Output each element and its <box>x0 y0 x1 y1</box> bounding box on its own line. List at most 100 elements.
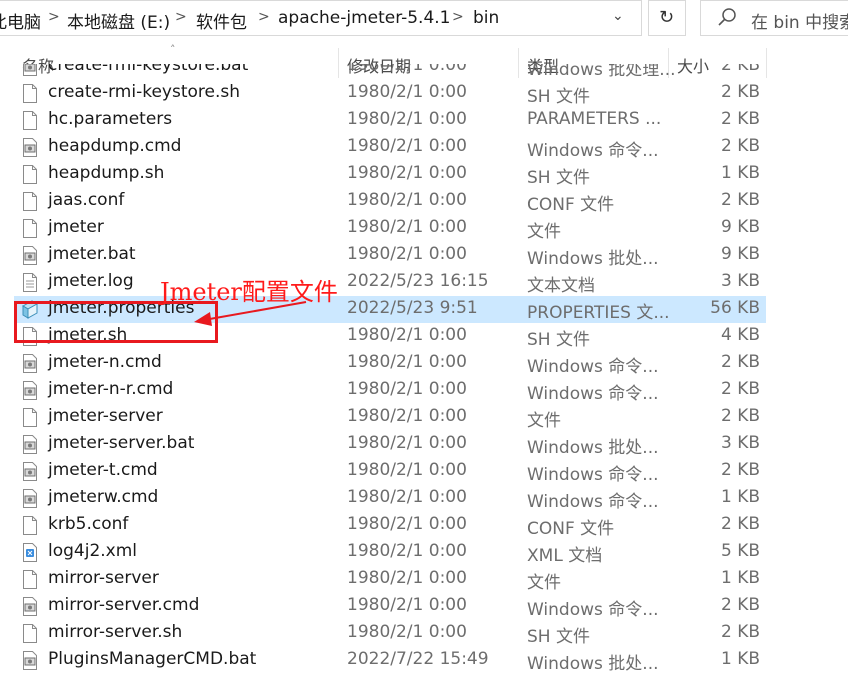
file-row[interactable]: jmeter-n.cmd 1980/2/1 0:00 Windows 命令... 2 … <box>14 350 766 377</box>
file-type: SH 文件 <box>527 627 590 647</box>
search-input[interactable]: 在 bin 中搜索 <box>700 0 848 36</box>
file-name: mirror-server <box>48 568 159 588</box>
refresh-button[interactable]: ↻ <box>648 0 686 36</box>
file-row[interactable]: mirror-server.sh 1980/2/1 0:00 SH 文件 2 KB <box>14 620 766 647</box>
file-type: XML 文档 <box>527 546 603 566</box>
file-size: 2 KB <box>720 82 760 102</box>
bat-file-icon <box>22 435 38 454</box>
file-type: Windows 命令... <box>527 357 659 377</box>
file-row[interactable]: mirror-server 1980/2/1 0:00 文件 1 KB <box>14 566 766 593</box>
file-type: 文件 <box>527 411 561 431</box>
file-row[interactable]: hc.parameters 1980/2/1 0:00 PARAMETERS ...… <box>14 107 766 134</box>
file-row[interactable]: heapdump.sh 1980/2/1 0:00 SH 文件 1 KB <box>14 161 766 188</box>
file-modified-date: 1980/2/1 0:00 <box>347 541 467 561</box>
file-modified-date: 1980/2/1 0:00 <box>347 433 467 453</box>
file-type: Windows 命令... <box>527 141 659 161</box>
breadcrumb-this-pc[interactable]: 此电脑 <box>0 8 41 33</box>
file-row[interactable]: heapdump.cmd 1980/2/1 0:00 Windows 命令... 2 … <box>14 134 766 161</box>
file-row[interactable]: jmeter.log 2022/5/23 16:15 文本文档 3 KB <box>14 269 766 296</box>
generic-file-icon <box>22 84 38 103</box>
file-type: Windows 命令... <box>527 465 659 485</box>
file-modified-date: 1980/2/1 0:00 <box>347 406 467 426</box>
breadcrumb-bin[interactable]: bin <box>473 8 499 28</box>
breadcrumb-separator[interactable]: > <box>48 9 60 25</box>
file-size: 2 KB <box>720 622 760 642</box>
annotation-label: Jmeter配置文件 <box>160 278 338 306</box>
file-modified-date: 1980/2/1 0:00 <box>347 514 467 534</box>
file-row[interactable]: jmeter-t.cmd 1980/2/1 0:00 Windows 命令... 2 … <box>14 458 766 485</box>
file-modified-date: 2022/7/22 15:49 <box>347 649 489 669</box>
file-size: 5 KB <box>720 541 760 561</box>
cmd-file-icon <box>22 597 38 616</box>
address-bar[interactable]: 此电脑 > 本地磁盘 (E:) > 软件包 > apache-jmeter-5.… <box>0 0 642 36</box>
file-modified-date: 1980/2/1 0:00 <box>347 64 467 75</box>
cmd-file-icon <box>22 138 38 157</box>
file-row[interactable]: jmeterw.cmd 1980/2/1 0:00 Windows 命令... 1 K… <box>14 485 766 512</box>
file-name: jmeterw.cmd <box>48 487 159 507</box>
chevron-down-icon[interactable]: ⌄ <box>612 8 624 24</box>
file-size: 2 KB <box>720 64 760 75</box>
file-row[interactable]: jaas.conf 1980/2/1 0:00 CONF 文件 2 KB <box>14 188 766 215</box>
generic-file-icon <box>22 219 38 238</box>
file-size: 2 KB <box>720 352 760 372</box>
file-row[interactable]: create-rmi-keystore.bat 1980/2/1 0:00 Wind… <box>14 64 766 80</box>
file-type: PROPERTIES 文... <box>527 303 670 323</box>
file-row[interactable]: jmeter 1980/2/1 0:00 文件 9 KB <box>14 215 766 242</box>
file-type: 文件 <box>527 573 561 593</box>
file-list[interactable]: create-rmi-keystore.bat 1980/2/1 0:00 Wind… <box>0 64 848 681</box>
breadcrumb-separator[interactable]: > <box>452 9 464 25</box>
file-size: 56 KB <box>710 298 760 318</box>
file-name: PluginsManagerCMD.bat <box>48 649 257 669</box>
file-row[interactable]: mirror-server.cmd 1980/2/1 0:00 Windows 命令… <box>14 593 766 620</box>
file-row[interactable]: jmeter-server 1980/2/1 0:00 文件 2 KB <box>14 404 766 431</box>
breadcrumb-drive-e[interactable]: 本地磁盘 (E:) <box>67 8 170 33</box>
file-modified-date: 1980/2/1 0:00 <box>347 190 467 210</box>
xml-file-icon <box>22 543 38 562</box>
file-modified-date: 1980/2/1 0:00 <box>347 163 467 183</box>
bat-file-icon <box>22 246 38 265</box>
file-size: 2 KB <box>720 109 760 129</box>
bat-file-icon <box>22 64 38 76</box>
file-name: hc.parameters <box>48 109 173 129</box>
file-type: Windows 批处... <box>527 438 659 458</box>
file-type: PARAMETERS ... <box>527 109 662 129</box>
file-modified-date: 1980/2/1 0:00 <box>347 487 467 507</box>
generic-file-icon <box>22 111 38 130</box>
file-row[interactable]: krb5.conf 1980/2/1 0:00 CONF 文件 2 KB <box>14 512 766 539</box>
bat-file-icon <box>22 651 38 670</box>
file-modified-date: 2022/5/23 9:51 <box>347 298 478 318</box>
breadcrumb-software[interactable]: 软件包 <box>196 8 247 33</box>
file-row[interactable]: jmeter-server.bat 1980/2/1 0:00 Windows 批处… <box>14 431 766 458</box>
generic-file-icon <box>22 165 38 184</box>
file-size: 2 KB <box>720 136 760 156</box>
generic-file-icon <box>22 624 38 643</box>
file-modified-date: 1980/2/1 0:00 <box>347 595 467 615</box>
file-row[interactable]: create-rmi-keystore.sh 1980/2/1 0:00 SH 文件… <box>14 80 766 107</box>
file-size: 2 KB <box>720 460 760 480</box>
generic-file-icon <box>22 192 38 211</box>
file-row[interactable]: PluginsManagerCMD.bat 2022/7/22 15:49 Wind… <box>14 647 766 674</box>
file-size: 2 KB <box>720 406 760 426</box>
file-type: SH 文件 <box>527 87 590 107</box>
breadcrumb-separator[interactable]: > <box>175 9 187 25</box>
file-size: 9 KB <box>720 217 760 237</box>
file-type: 文本文档 <box>527 276 595 296</box>
file-row[interactable]: jmeter.bat 1980/2/1 0:00 Windows 批处... 9 KB <box>14 242 766 269</box>
file-row[interactable]: log4j2.xml 1980/2/1 0:00 XML 文档 5 KB <box>14 539 766 566</box>
file-type: Windows 批处理... <box>527 64 676 80</box>
file-name: jmeter-n-r.cmd <box>48 379 174 399</box>
file-size: 1 KB <box>720 487 760 507</box>
file-type: Windows 批处... <box>527 249 659 269</box>
file-name: heapdump.sh <box>48 163 165 183</box>
file-size: 9 KB <box>720 244 760 264</box>
file-size: 1 KB <box>720 649 760 669</box>
breadcrumb-jmeter[interactable]: apache-jmeter-5.4.1 <box>278 8 451 28</box>
refresh-icon: ↻ <box>659 7 675 28</box>
breadcrumb-separator[interactable]: > <box>258 9 270 25</box>
cmd-file-icon <box>22 381 38 400</box>
file-name: create-rmi-keystore.sh <box>48 82 240 102</box>
file-row[interactable]: jmeter-n-r.cmd 1980/2/1 0:00 Windows 命令...… <box>14 377 766 404</box>
file-size: 3 KB <box>720 433 760 453</box>
file-size: 4 KB <box>720 325 760 345</box>
file-modified-date: 1980/2/1 0:00 <box>347 568 467 588</box>
